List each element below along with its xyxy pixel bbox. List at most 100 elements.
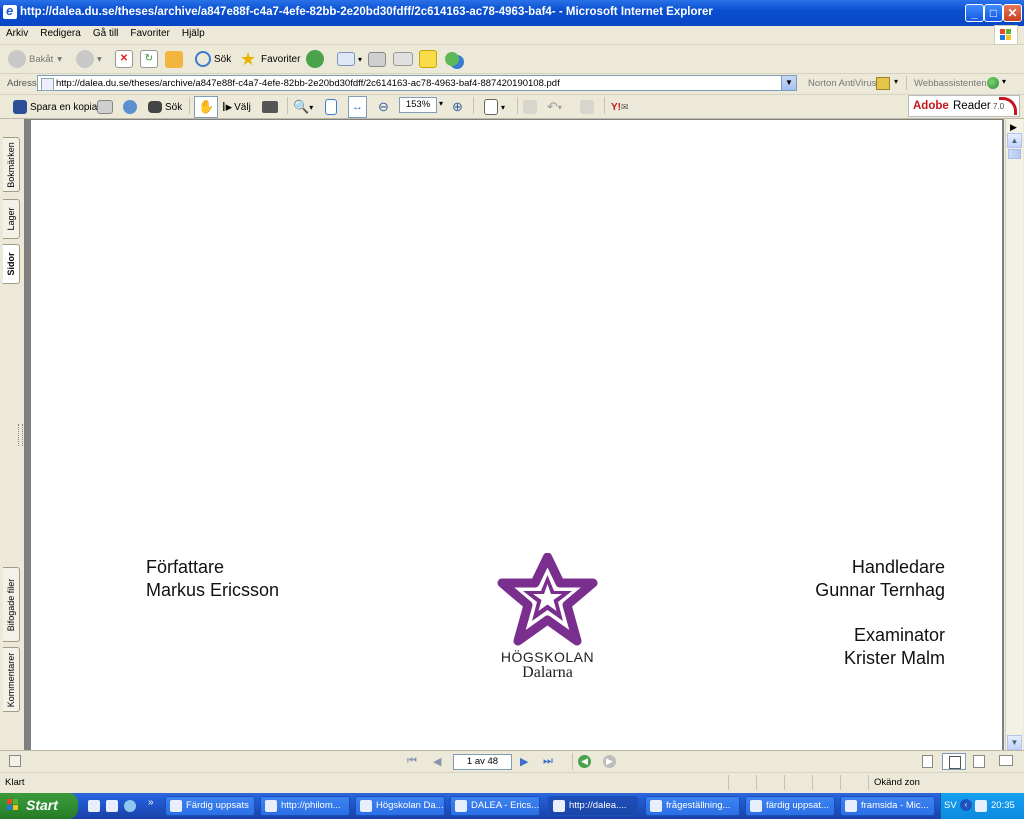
last-page-icon[interactable]: ⏭ [543, 755, 553, 768]
taskbar-item-active[interactable]: http://dalea.... [548, 796, 638, 816]
close-button[interactable]: ✕ [1003, 4, 1022, 22]
taskbar-item[interactable]: Högskolan Da... [355, 796, 445, 816]
go-back-icon[interactable]: ◀ [578, 755, 591, 768]
refresh-button[interactable]: ↻ [140, 49, 161, 69]
tray-network-icon[interactable] [975, 800, 987, 812]
globe-icon[interactable] [987, 77, 999, 89]
single-page-view-icon[interactable] [922, 755, 933, 768]
email-pdf-button[interactable] [123, 97, 140, 117]
select-tool-button[interactable]: I▸ Välj [222, 97, 251, 117]
start-button[interactable]: Start [0, 793, 78, 819]
favorites-button[interactable]: ★ Favoriter [240, 49, 300, 69]
stop-button[interactable]: ✕ [115, 49, 136, 69]
toolbar-divider [189, 97, 190, 114]
language-indicator[interactable]: SV [944, 800, 957, 811]
print-pdf-button[interactable] [97, 97, 116, 117]
toolbar-divider [517, 97, 518, 114]
norton-dropdown-icon[interactable]: ▾ [894, 77, 898, 86]
tab-attachments[interactable]: Bifogade filer [3, 567, 20, 642]
ie-quicklaunch-icon[interactable] [124, 800, 136, 812]
save-copy-button[interactable]: Spara en kopia [13, 97, 97, 117]
maximize-button[interactable]: □ [984, 4, 1003, 22]
search-button[interactable]: Sök [195, 49, 231, 69]
zoom-dropdown-icon[interactable]: ▾ [439, 99, 443, 108]
taskbar-item[interactable]: DALEA - Erics... [450, 796, 540, 816]
facing-view-icon[interactable] [973, 755, 985, 768]
tab-bookmarks[interactable]: Bokmärken [3, 137, 20, 192]
vertical-scrollbar[interactable]: ▶ ▲ ▼ [1005, 119, 1023, 750]
copy-button[interactable] [580, 97, 597, 117]
tab-layers[interactable]: Lager [3, 199, 20, 239]
tray-expand-icon[interactable]: ‹ [960, 799, 972, 811]
taskbar-item[interactable]: http://philom... [260, 796, 350, 816]
quicklaunch-icon[interactable] [106, 800, 118, 812]
taskbar-item[interactable]: färdig uppsat... [745, 796, 835, 816]
taskbar-item[interactable]: framsida - Mic... [840, 796, 935, 816]
tab-comments[interactable]: Kommentarer [3, 647, 20, 712]
norton-icon[interactable] [876, 77, 890, 90]
zoom-tool-button[interactable]: 🔍 ▾ [293, 97, 313, 117]
history-icon [306, 50, 324, 68]
snapshot-tool-button[interactable] [262, 97, 281, 117]
scroll-thumb[interactable] [1008, 149, 1021, 159]
taskbar-item[interactable]: frågeställning... [645, 796, 740, 816]
scroll-up-icon[interactable]: ▲ [1007, 133, 1022, 148]
scroll-down-icon[interactable]: ▼ [1007, 735, 1022, 750]
status-divider [756, 775, 757, 790]
messenger-button[interactable] [445, 49, 462, 69]
menu-help[interactable]: Hjälp [176, 26, 211, 41]
taskbar-item[interactable]: Färdig uppsats [165, 796, 255, 816]
zoom-out-button[interactable]: ⊖ [378, 97, 389, 117]
minimize-button[interactable]: _ [965, 4, 984, 22]
zoom-out-icon: ⊖ [378, 99, 389, 114]
zoom-in-button[interactable]: ⊕ [452, 97, 463, 117]
go-forward-icon[interactable]: ▶ [603, 755, 616, 768]
home-button[interactable] [165, 49, 186, 69]
page-layout-button[interactable]: ▾ [484, 97, 505, 117]
review-button[interactable] [523, 97, 540, 117]
panel-splitter-handle[interactable] [18, 424, 23, 446]
history-button[interactable] [306, 49, 327, 69]
panel-arrow-icon[interactable]: ▶ [1010, 122, 1017, 133]
mail-button[interactable]: ▾ [337, 49, 362, 69]
fit-page-button[interactable] [325, 97, 340, 117]
printer-icon [97, 100, 113, 114]
hand-tool-button[interactable]: ✋ [194, 96, 219, 118]
menu-file[interactable]: Arkiv [0, 26, 34, 41]
yahoo-button[interactable]: Y! ✉ [611, 97, 629, 117]
zoom-level-input[interactable]: 153% [399, 97, 437, 113]
next-page-icon[interactable]: ▶ [520, 755, 528, 768]
webassistant-dropdown-icon[interactable]: ▾ [1002, 77, 1006, 86]
notes-button[interactable] [419, 49, 440, 69]
menu-favorites[interactable]: Favoriter [124, 26, 175, 41]
forward-button[interactable]: ▾ [76, 49, 102, 69]
review-icon [523, 100, 537, 114]
zoom-in-icon: ⊕ [452, 99, 463, 114]
continuous-facing-view-icon[interactable] [999, 755, 1013, 766]
undo-button[interactable]: ↶ ▾ [547, 97, 562, 117]
fit-width-icon: ↔ [352, 101, 363, 113]
edit-button[interactable] [393, 49, 416, 69]
menu-goto[interactable]: Gå till [87, 26, 125, 41]
back-button[interactable]: Bakåt ▾ [8, 49, 62, 69]
panel-toggle-icon[interactable] [9, 755, 21, 767]
tab-pages[interactable]: Sidor [3, 244, 20, 284]
menu-edit[interactable]: Redigera [34, 26, 87, 41]
home-icon [165, 50, 183, 68]
address-input[interactable]: http://dalea.du.se/theses/archive/a847e8… [37, 75, 797, 91]
more-quicklaunch-icon[interactable]: » [148, 797, 154, 808]
print-button[interactable] [368, 49, 389, 69]
show-desktop-icon[interactable] [88, 800, 100, 812]
page-layout-icon [484, 99, 498, 115]
address-dropdown-icon[interactable]: ▼ [781, 76, 796, 90]
previous-page-icon[interactable]: ◀ [433, 755, 441, 768]
page-number-input[interactable]: 1 av 48 [453, 754, 512, 770]
continuous-view-button[interactable] [942, 753, 966, 770]
forward-arrow-icon [76, 50, 94, 68]
toolbar-divider [604, 97, 605, 114]
undo-icon: ↶ [547, 99, 558, 114]
webassistant-label[interactable]: Webbassistenten [914, 78, 987, 89]
first-page-icon[interactable]: ⏮ [407, 755, 417, 768]
search-pdf-button[interactable]: Sök [148, 97, 182, 117]
fit-width-button[interactable]: ↔ [348, 96, 367, 118]
